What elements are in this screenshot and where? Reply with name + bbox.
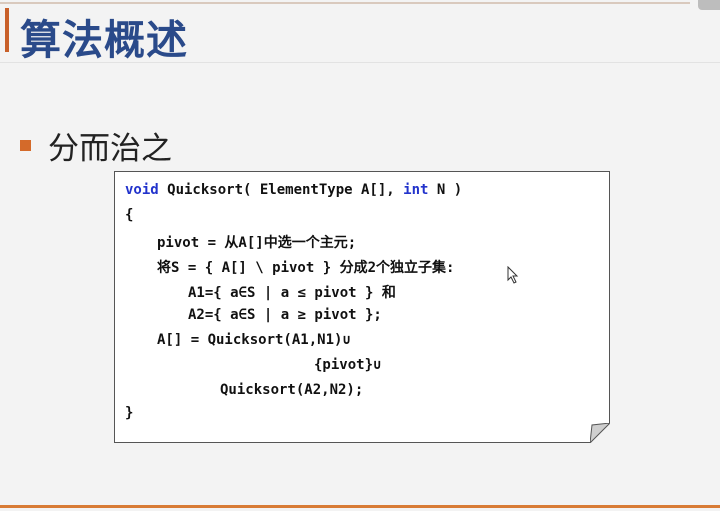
code-text: Quicksort( ElementType A[], xyxy=(158,182,404,198)
code-line-6: A2={ a∈S | a ≥ pivot }; xyxy=(188,307,382,323)
window-corner-mark xyxy=(698,0,720,10)
title-divider xyxy=(0,62,720,63)
code-line-1: void Quicksort( ElementType A[], int N ) xyxy=(125,182,462,198)
keyword-void: void xyxy=(125,182,159,198)
code-line-5: A1={ a∈S | a ≤ pivot } 和 xyxy=(188,285,396,301)
mouse-cursor-icon xyxy=(507,266,519,284)
code-line-8: {pivot}∪ xyxy=(314,357,382,373)
code-line-3: pivot = 从A[]中选一个主元; xyxy=(157,235,357,251)
bottom-accent-line xyxy=(0,505,720,508)
code-text: N ) xyxy=(428,182,463,198)
title-accent-bar xyxy=(5,8,9,52)
bullet-text: 分而治之 xyxy=(48,131,172,167)
code-line-2: { xyxy=(125,207,134,223)
code-line-4: 将S = { A[] \ pivot } 分成2个独立子集: xyxy=(157,260,455,276)
keyword-int: int xyxy=(403,182,429,198)
page-curl-icon xyxy=(590,423,610,443)
square-bullet-icon xyxy=(20,140,31,151)
code-line-10: } xyxy=(125,405,134,421)
slide-title: 算法概述 xyxy=(20,16,188,64)
code-line-9: Quicksort(A2,N2); xyxy=(220,382,364,398)
code-line-7: A[] = Quicksort(A1,N1)∪ xyxy=(157,332,351,348)
top-border-line xyxy=(0,2,690,4)
